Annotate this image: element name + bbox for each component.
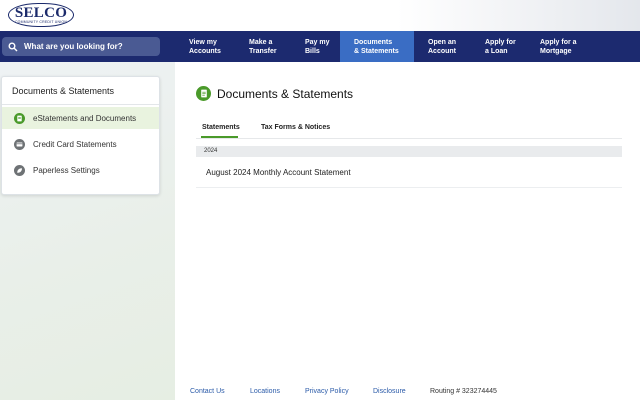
sidebar-item-estatements[interactable]: eStatements and Documents	[2, 107, 159, 129]
footer-privacy-link[interactable]: Privacy Policy	[305, 388, 349, 395]
footer-locations-link[interactable]: Locations	[250, 388, 280, 395]
main-nav-bar: What are you looking for? View my Accoun…	[0, 31, 640, 62]
statement-row[interactable]: August 2024 Monthly Account Statement	[196, 157, 622, 188]
nav-label-line1: Make a	[249, 38, 273, 46]
year-group-header: 2024	[196, 146, 622, 157]
logo-wordmark: SELCO	[14, 5, 68, 21]
sidebar-item-label: eStatements and Documents	[33, 113, 137, 123]
footer-disclosure-link[interactable]: Disclosure	[373, 388, 406, 395]
routing-number: Routing # 323274445	[430, 388, 497, 395]
page-document-icon	[196, 86, 211, 101]
page-title: Documents & Statements	[217, 87, 354, 101]
nav-make-transfer[interactable]: Make a Transfer	[249, 31, 277, 62]
nav-label-line2: Mortgage	[540, 47, 572, 55]
nav-documents-statements[interactable]: Documents & Statements	[340, 31, 414, 62]
document-icon	[14, 112, 25, 124]
sidebar-title: Documents & Statements	[12, 86, 115, 96]
tab-statements[interactable]: Statements	[202, 124, 240, 131]
sidebar-item-label: Paperless Settings	[33, 165, 100, 175]
nav-label-line2: Bills	[305, 47, 320, 55]
sidebar-item-credit-card[interactable]: Credit Card Statements	[2, 133, 159, 155]
sidebar-divider	[2, 104, 159, 105]
logo-tagline: COMMUNITY CREDIT UNION	[14, 20, 68, 24]
nav-pay-bills[interactable]: Pay my Bills	[305, 31, 330, 62]
search-placeholder: What are you looking for?	[24, 42, 123, 51]
nav-view-accounts[interactable]: View my Accounts	[189, 31, 221, 62]
nav-label-line1: Documents	[354, 38, 393, 46]
nav-open-account[interactable]: Open an Account	[428, 31, 456, 62]
search-input[interactable]: What are you looking for?	[2, 37, 160, 56]
nav-apply-mortgage[interactable]: Apply for a Mortgage	[540, 31, 577, 62]
nav-label-line2: Transfer	[249, 47, 277, 55]
nav-label-line2: Account	[428, 47, 456, 55]
footer-contact-link[interactable]: Contact Us	[190, 388, 225, 395]
tabs-divider	[196, 138, 622, 139]
sidebar-item-paperless[interactable]: Paperless Settings	[2, 159, 159, 181]
leaf-icon	[14, 164, 25, 176]
nav-label-line2: & Statements	[354, 47, 399, 55]
nav-apply-loan[interactable]: Apply for a Loan	[485, 31, 516, 62]
nav-label-line1: Apply for a	[540, 38, 577, 46]
credit-card-icon	[14, 138, 25, 150]
top-header: SELCO COMMUNITY CREDIT UNION	[0, 0, 640, 31]
tab-tax-forms[interactable]: Tax Forms & Notices	[261, 124, 330, 131]
nav-label-line2: a Loan	[485, 47, 508, 55]
sidebar-item-label: Credit Card Statements	[33, 139, 117, 149]
nav-label-line1: Pay my	[305, 38, 330, 46]
nav-label-line1: Open an	[428, 38, 457, 46]
nav-label-line1: Apply for	[485, 38, 516, 46]
nav-label-line1: View my	[189, 38, 217, 46]
selco-logo[interactable]: SELCO COMMUNITY CREDIT UNION	[8, 3, 74, 27]
search-icon	[8, 42, 18, 51]
sidebar-card: Documents & Statements eStatements and D…	[1, 76, 160, 195]
nav-label-line2: Accounts	[189, 47, 221, 55]
